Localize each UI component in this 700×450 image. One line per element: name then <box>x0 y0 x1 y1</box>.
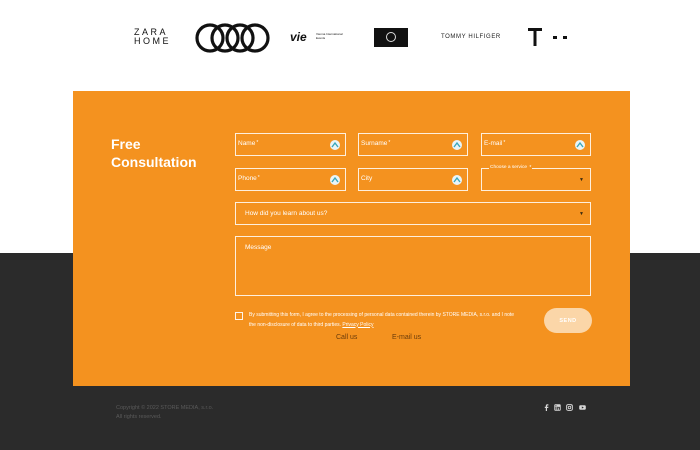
name-field[interactable]: Name* <box>235 133 346 156</box>
vie-subtitle: Vienna International Events <box>316 32 343 40</box>
body-shop-emblem <box>386 32 396 42</box>
consent-checkbox[interactable] <box>235 312 243 320</box>
chevron-down-icon: ▼ <box>579 211 584 217</box>
surname-field[interactable]: Surname* <box>358 133 468 156</box>
client-logos: ZARA HOME vie Vienna International Event… <box>0 0 700 80</box>
vie-logo: vie Vienna International Events <box>290 30 350 46</box>
copyright-line: Copyright © 2022 STORE MEDIA, s.r.o. <box>116 405 214 411</box>
instagram-icon[interactable] <box>566 404 573 411</box>
copyright: Copyright © 2022 STORE MEDIA, s.r.o. All… <box>116 404 213 421</box>
autofill-icon <box>330 140 340 150</box>
zara-home-logo: ZARA HOME <box>134 28 171 46</box>
send-button[interactable]: SEND <box>544 308 592 333</box>
vie-wordmark: vie <box>290 30 307 44</box>
form-title: Free Consultation <box>111 136 197 170</box>
surname-label: Surname* <box>361 140 391 147</box>
name-label: Name* <box>238 140 259 147</box>
service-legend: Choose a service * <box>489 165 533 171</box>
home-line: HOME <box>134 36 171 46</box>
city-field[interactable]: City <box>358 168 468 191</box>
autofill-icon <box>452 140 462 150</box>
consultation-form-panel: Free Consultation Name* Surname* E-mail*… <box>73 91 630 386</box>
referral-source-select[interactable]: How did you learn about us? ▼ <box>235 202 591 225</box>
telekom-logo <box>528 28 567 46</box>
message-textarea[interactable]: Message <box>235 236 591 296</box>
email-us-link[interactable]: E-mail us <box>392 334 421 341</box>
youtube-icon[interactable] <box>579 404 586 411</box>
privacy-policy-link[interactable]: Privacy Policy <box>342 322 373 328</box>
audi-logo <box>195 23 270 53</box>
phone-field[interactable]: Phone* <box>235 168 346 191</box>
facebook-icon[interactable] <box>543 404 550 411</box>
phone-label: Phone* <box>238 175 260 182</box>
consent-text: By submitting this form, I agree to the … <box>249 312 515 328</box>
linkedin-icon[interactable] <box>554 404 561 411</box>
autofill-icon <box>575 140 585 150</box>
tommy-hilfiger-logo: TOMMY HILFIGER <box>441 34 501 40</box>
city-label: City <box>361 175 373 182</box>
referral-placeholder: How did you learn about us? <box>245 210 328 217</box>
message-placeholder: Message <box>245 244 272 251</box>
autofill-icon <box>330 175 340 185</box>
email-field[interactable]: E-mail* <box>481 133 591 156</box>
chevron-down-icon: ▼ <box>579 177 584 183</box>
autofill-icon <box>452 175 462 185</box>
call-us-link[interactable]: Call us <box>336 334 357 341</box>
body-shop-logo <box>374 28 408 47</box>
service-select[interactable]: Choose a service * ▼ <box>481 165 591 191</box>
email-label: E-mail* <box>484 140 506 147</box>
rights-line: All rights reserved. <box>116 413 162 420</box>
